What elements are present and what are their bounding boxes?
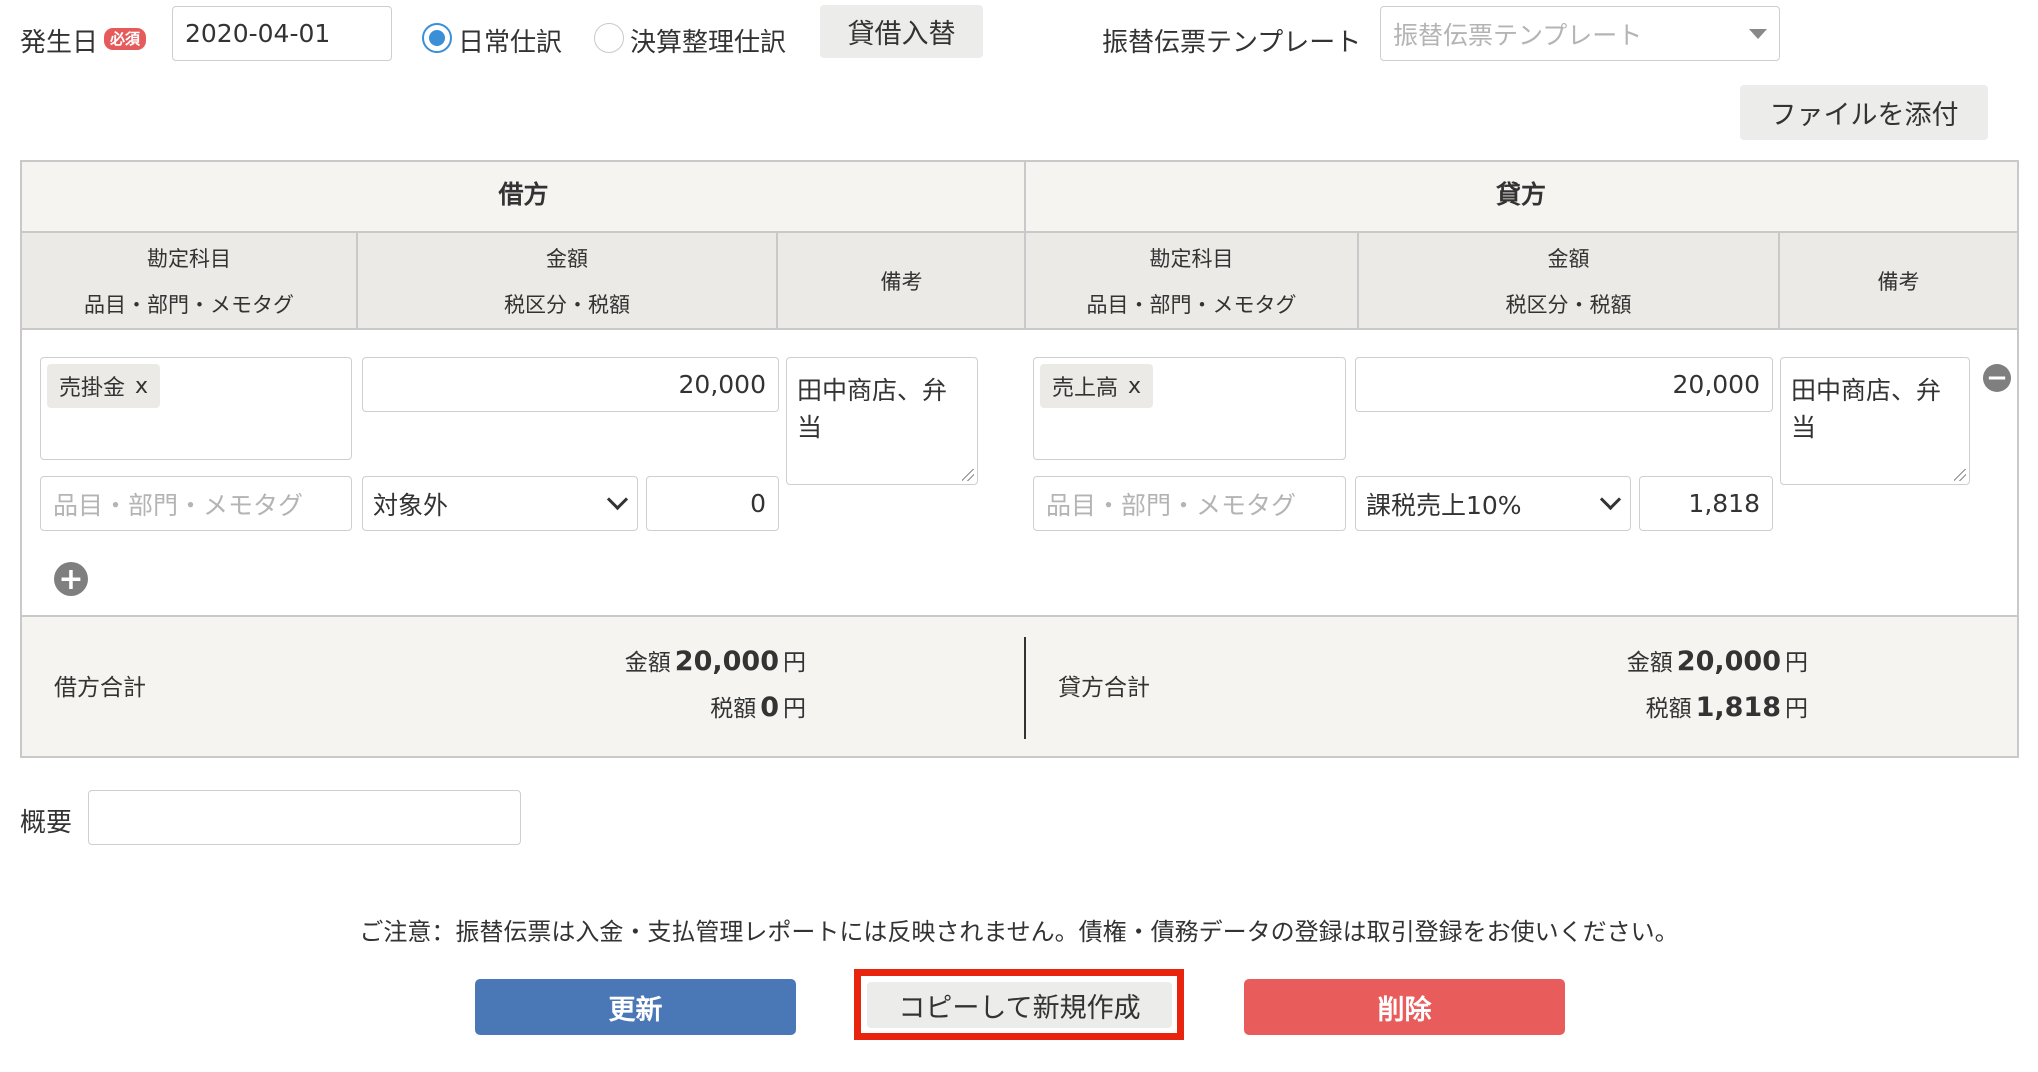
debit-total-tax: 0	[760, 692, 779, 723]
credit-total-amount-line: 金額 20,000 円	[1522, 643, 1808, 677]
credit-note-textarea[interactable]: 田中商店、弁当	[1780, 357, 1970, 485]
chevron-down-icon	[1599, 488, 1622, 511]
divider	[22, 328, 2017, 330]
debit-tag-input[interactable]: 品目・部門・メモタグ	[40, 476, 352, 531]
attach-file-button[interactable]: ファイルを添付	[1740, 85, 1988, 140]
debit-account-field[interactable]: 売掛金 x	[40, 357, 352, 460]
debit-amount-input[interactable]: 20,000	[362, 357, 779, 412]
swap-button[interactable]: 貸借入替	[820, 5, 983, 58]
resize-handle-icon[interactable]	[1954, 469, 1966, 481]
debit-col-amount-sub: 税区分・税額	[504, 293, 630, 317]
template-select[interactable]: 振替伝票テンプレート	[1380, 6, 1780, 61]
debit-tax-amount-input[interactable]: 0	[646, 476, 779, 531]
yen-unit: 円	[783, 650, 806, 676]
credit-col-account: 勘定科目	[1149, 247, 1234, 271]
debit-note-textarea[interactable]: 田中商店、弁当	[786, 357, 978, 485]
credit-note-text: 田中商店、弁当	[1791, 376, 1942, 442]
radio-selected-dot	[429, 30, 445, 46]
yen-unit: 円	[783, 696, 806, 722]
debit-total-tax-line: 税額 0 円	[522, 689, 806, 723]
debit-col-account-sub: 品目・部門・メモタグ	[84, 293, 294, 317]
remove-row-icon[interactable]: −	[1983, 364, 2011, 392]
debit-col-account: 勘定科目	[147, 247, 231, 271]
amount-label: 金額	[624, 650, 671, 676]
yen-unit: 円	[1785, 650, 1808, 676]
radio-normal-label[interactable]: 日常仕訳	[458, 22, 562, 59]
debit-col-amount: 金額	[546, 247, 588, 271]
debit-title: 借方	[498, 180, 549, 209]
debit-total-amount-line: 金額 20,000 円	[522, 643, 806, 677]
tax-label: 税額	[710, 696, 757, 722]
debit-total-amount: 20,000	[674, 646, 779, 677]
resize-handle-icon[interactable]	[962, 469, 974, 481]
date-label: 発生日	[20, 28, 99, 58]
divider	[1357, 233, 1359, 328]
update-button[interactable]: 更新	[475, 979, 796, 1035]
credit-tag-placeholder: 品目・部門・メモタグ	[1046, 490, 1297, 520]
dropdown-caret-icon	[1749, 28, 1767, 39]
summary-input[interactable]	[88, 790, 521, 845]
divider	[1778, 233, 1780, 328]
debit-note-text: 田中商店、弁当	[797, 376, 948, 442]
template-placeholder: 振替伝票テンプレート	[1393, 20, 1643, 50]
credit-account-field[interactable]: 売上高 x	[1033, 357, 1346, 460]
credit-col-amount-sub: 税区分・税額	[1505, 293, 1632, 317]
credit-col-amount: 金額	[1547, 247, 1590, 271]
notice-text: ご注意：振替伝票は入金・支払管理レポートには反映されません。債権・債務データの登…	[359, 918, 1679, 946]
radio-settlement[interactable]	[594, 23, 624, 53]
credit-col-note: 備考	[1877, 270, 1920, 294]
credit-tax-category: 課税売上10%	[1366, 490, 1522, 520]
copy-new-button[interactable]: コピーして新規作成	[867, 982, 1172, 1028]
debit-account-tag-label: 売掛金	[59, 376, 126, 401]
debit-tax-select[interactable]: 対象外	[362, 476, 638, 531]
debit-account-remove[interactable]: x	[135, 374, 148, 399]
divider	[1024, 233, 1026, 328]
credit-account-tag-label: 売上高	[1052, 376, 1119, 401]
template-label: 振替伝票テンプレート	[1102, 28, 1362, 58]
debit-total-label: 借方合計	[54, 675, 146, 701]
journal-table: 借方 貸方 勘定科目 品目・部門・メモタグ 金額 税区分・税額 備考 勘定科目 …	[20, 160, 2019, 758]
chevron-down-icon	[606, 488, 629, 511]
debit-tag-placeholder: 品目・部門・メモタグ	[53, 490, 304, 520]
title-divider	[1024, 162, 1026, 231]
debit-tax-category: 対象外	[373, 490, 449, 520]
credit-col-account-sub: 品目・部門・メモタグ	[1086, 293, 1297, 317]
debit-account-tag: 売掛金 x	[47, 364, 161, 408]
totals-divider	[1024, 637, 1026, 739]
delete-button[interactable]: 削除	[1244, 979, 1565, 1035]
required-badge: 必須	[104, 28, 147, 50]
credit-tag-input[interactable]: 品目・部門・メモタグ	[1033, 476, 1346, 531]
debit-col-note: 備考	[880, 270, 923, 294]
radio-settlement-label[interactable]: 決算整理仕訳	[630, 22, 786, 59]
credit-account-tag: 売上高 x	[1040, 364, 1154, 408]
credit-total-label: 貸方合計	[1058, 675, 1150, 701]
credit-title: 貸方	[1495, 180, 1546, 209]
credit-tax-select[interactable]: 課税売上10%	[1355, 476, 1631, 531]
credit-amount-input[interactable]: 20,000	[1355, 357, 1773, 412]
amount-label: 金額	[1626, 650, 1673, 676]
credit-tax-amount-input[interactable]: 1,818	[1639, 476, 1773, 531]
credit-account-remove[interactable]: x	[1128, 374, 1141, 399]
credit-total-tax: 1,818	[1695, 692, 1781, 723]
summary-label: 概要	[20, 808, 73, 838]
divider	[776, 233, 778, 328]
date-input[interactable]: 2020-04-01	[172, 6, 392, 61]
tax-label: 税額	[1645, 696, 1692, 722]
credit-total-amount: 20,000	[1676, 646, 1781, 677]
totals-row	[22, 617, 2017, 756]
credit-total-tax-line: 税額 1,818 円	[1522, 689, 1808, 723]
divider	[356, 233, 358, 328]
add-row-icon[interactable]: +	[54, 562, 88, 597]
radio-normal[interactable]	[422, 23, 452, 53]
yen-unit: 円	[1785, 696, 1808, 722]
